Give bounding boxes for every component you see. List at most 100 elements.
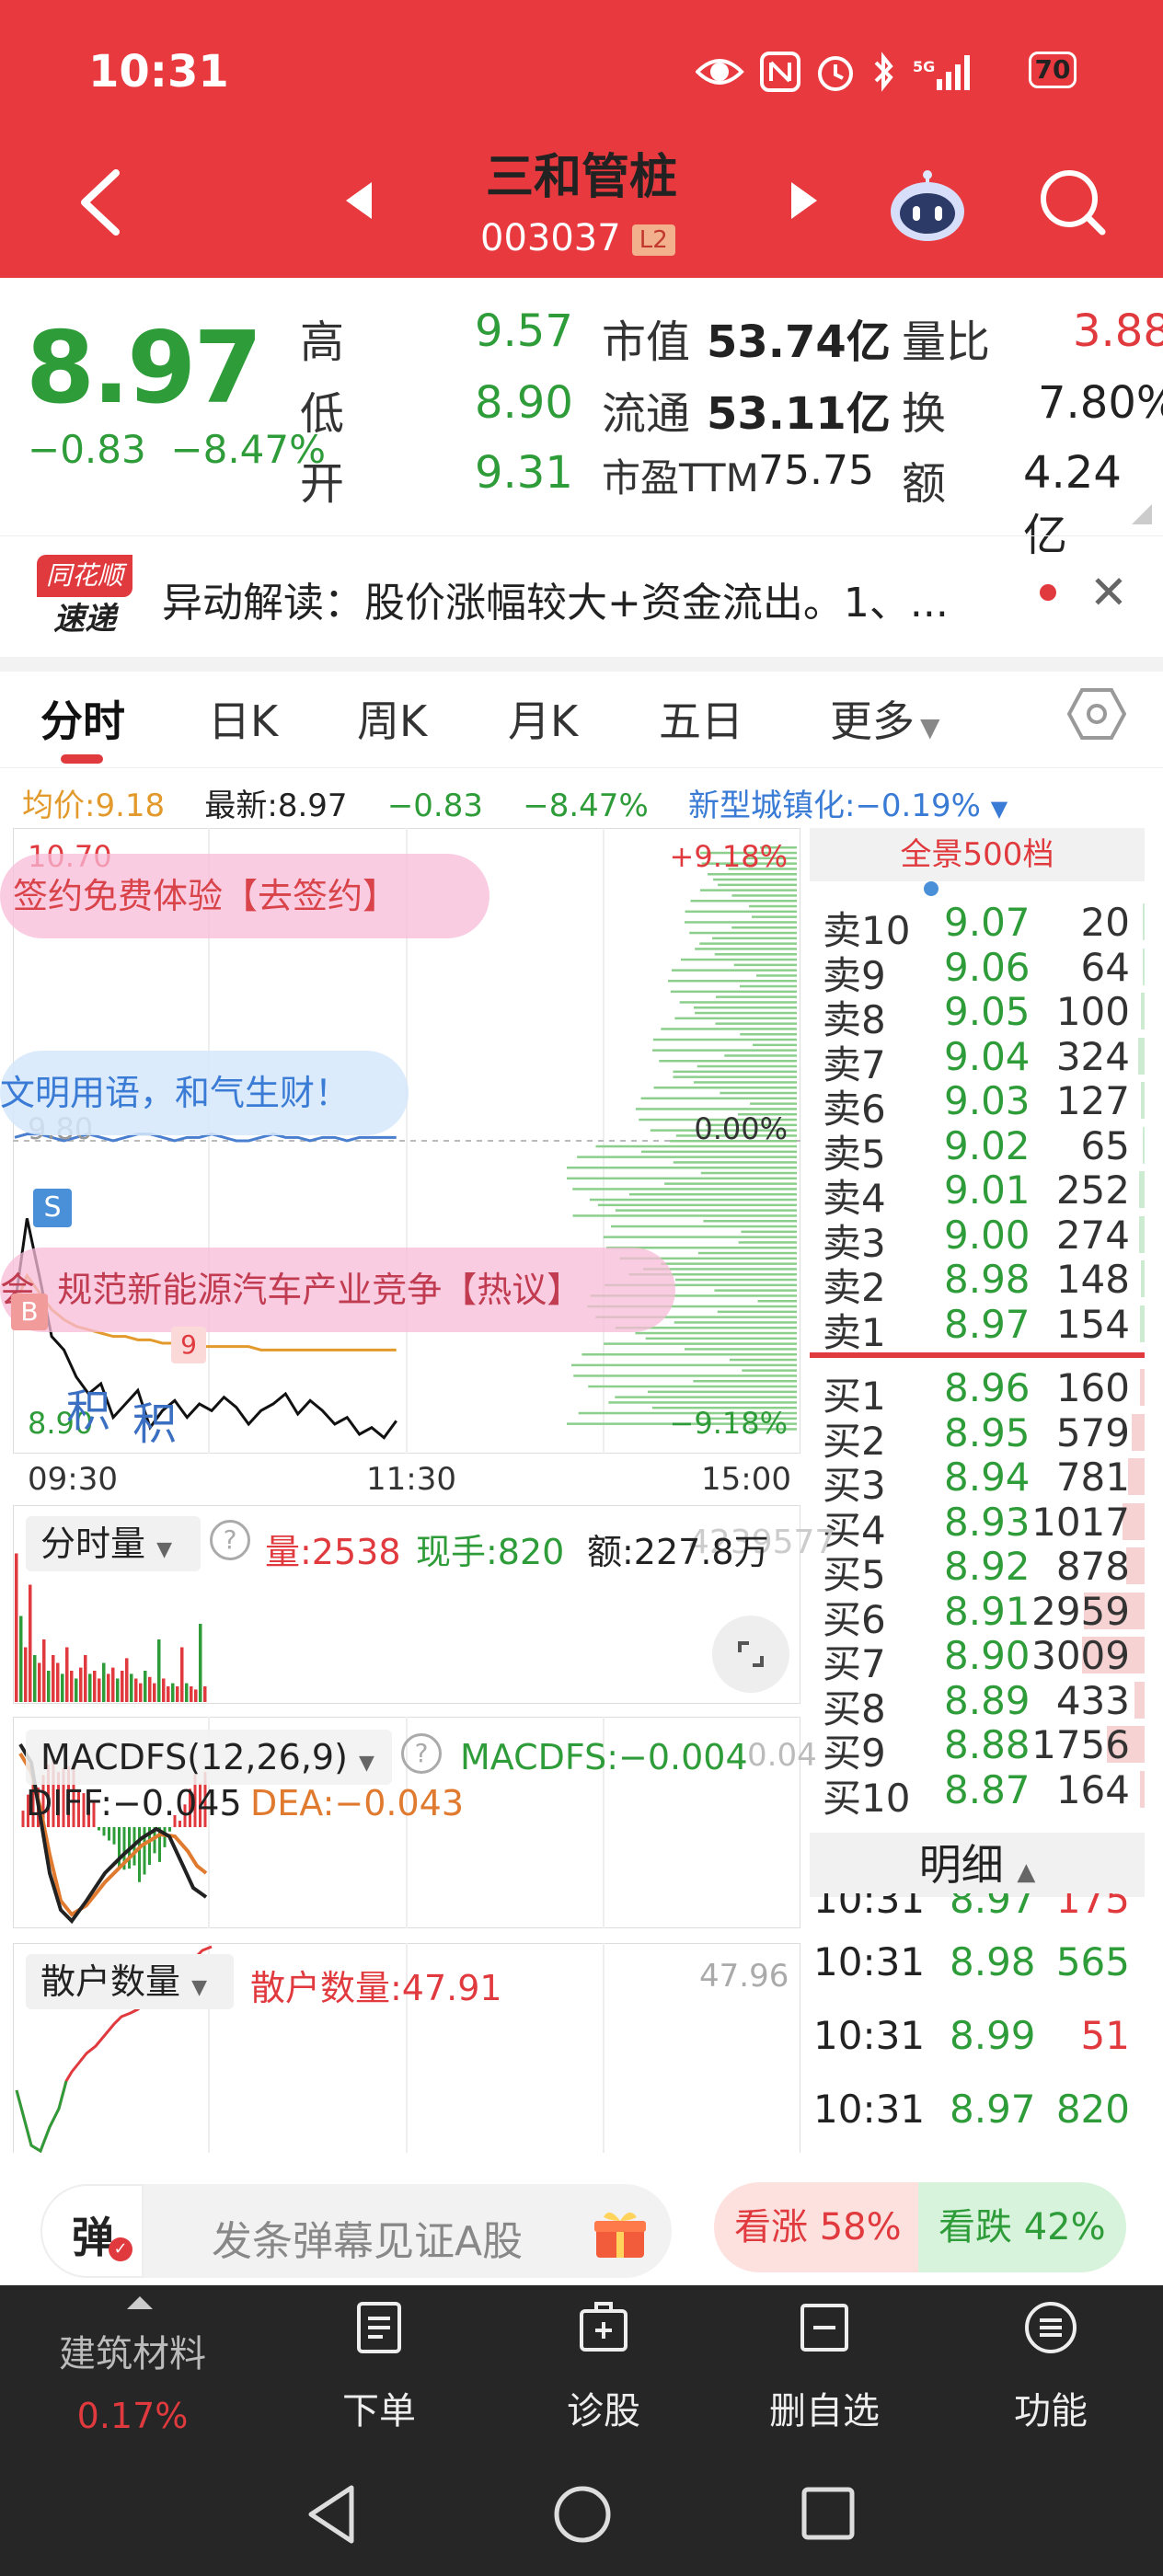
order-book-header[interactable]: 全景500档 [810, 828, 1145, 881]
bid-row[interactable]: 买3 8.94 781 [810, 1455, 1145, 1508]
danmu-input[interactable]: 弹 ✓ 发条弹幕见证A股 [40, 2184, 672, 2278]
pct-top-label: +9.18% [670, 839, 788, 874]
macd-bar [102, 1827, 106, 1836]
ask-row[interactable]: 卖5 9.02 65 [810, 1123, 1145, 1177]
depth-bar [589, 1198, 797, 1202]
help-icon[interactable]: ? [210, 1520, 250, 1560]
ask-row[interactable]: 卖2 8.98 148 [810, 1257, 1145, 1310]
diff-value: DIFF:−0.045 [26, 1783, 242, 1823]
tab-monthly-k[interactable]: 月K [508, 688, 578, 749]
depth-bar [700, 889, 797, 891]
nav-order[interactable]: 下单 [296, 2300, 462, 2434]
ask-row[interactable]: 卖3 9.00 274 [810, 1213, 1145, 1266]
next-stock-icon[interactable] [788, 180, 821, 221]
tab-weekly-k[interactable]: 周K [357, 688, 427, 749]
bullish-vote-button[interactable]: 看涨 58% [714, 2182, 918, 2272]
nav-sector[interactable]: 建筑材料 0.17% [50, 2324, 215, 2436]
partial-time: 10:31 [813, 1893, 926, 1917]
tab-intraday[interactable]: 分时 [40, 688, 125, 749]
depth-bar [674, 1321, 797, 1324]
news-banner[interactable]: 同花顺 速递 异动解读：股价涨幅较大+资金流出。1、... ✕ [0, 535, 1163, 657]
help-icon[interactable]: ? [401, 1733, 442, 1774]
trade-volume: 565 [1055, 1939, 1130, 1984]
hot-topic-bubble[interactable]: 会 规范新能源汽车产业竞争【热议】 [0, 1248, 675, 1332]
bid-row[interactable]: 买9 8.88 1756 [810, 1722, 1145, 1776]
volume-bar [1143, 1126, 1145, 1164]
bid-row[interactable]: 买4 8.93 1017 [810, 1500, 1145, 1553]
depth-bar [714, 953, 797, 956]
tab-more[interactable]: 更多 ▼ [830, 688, 940, 749]
retail-line-green [15, 2080, 68, 2154]
depth-bar [738, 1241, 797, 1244]
retail-selector[interactable]: 散户数量 ▼ [26, 1954, 234, 2009]
order-icon [357, 2302, 401, 2353]
system-back-icon[interactable] [304, 2484, 359, 2545]
depth-bar [604, 1342, 797, 1345]
volume-bar [1138, 1037, 1145, 1075]
ask-row[interactable]: 卖10 9.07 20 [810, 900, 1145, 953]
bid-row[interactable]: 买7 8.90 3009 [810, 1633, 1145, 1686]
bid-row[interactable]: 买1 8.96 160 [810, 1365, 1145, 1419]
depth-bar [740, 984, 797, 988]
tab-daily-k[interactable]: 日K [208, 688, 278, 749]
buy-marker[interactable]: B [11, 1294, 48, 1330]
level-volume: 148 [1055, 1257, 1130, 1302]
ask-row[interactable]: 卖6 9.03 127 [810, 1078, 1145, 1132]
ask-row[interactable]: 卖7 9.04 324 [810, 1034, 1145, 1087]
robot-assistant-icon[interactable] [887, 169, 968, 243]
sell-marker[interactable]: S [33, 1189, 72, 1227]
fullscreen-button[interactable] [712, 1616, 789, 1693]
unread-dot [1040, 584, 1056, 601]
bid-row[interactable]: 买6 8.91 2959 [810, 1588, 1145, 1642]
sector-link[interactable]: 新型城镇化:−0.19% ▼ [688, 788, 1008, 824]
expand-quote-toggle[interactable] [1132, 504, 1152, 524]
bid-row[interactable]: 买10 8.87 164 [810, 1767, 1145, 1821]
bid-row[interactable]: 买5 8.92 878 [810, 1544, 1145, 1597]
chart-settings-icon[interactable] [1067, 686, 1126, 742]
nine-marker[interactable]: 9 [171, 1327, 206, 1363]
volume-bar [134, 1678, 138, 1702]
trade-time: 10:31 [813, 2087, 926, 2132]
system-recents-icon[interactable] [800, 2486, 856, 2541]
level-price: 8.90 [944, 1633, 1031, 1678]
ask-row[interactable]: 卖4 9.01 252 [810, 1167, 1145, 1221]
news-text[interactable]: 异动解读：股价涨幅较大+资金流出。1、... [162, 569, 949, 628]
ask-row[interactable]: 卖1 8.97 154 [810, 1302, 1145, 1355]
bid-row[interactable]: 买8 8.89 433 [810, 1678, 1145, 1731]
bluetooth-icon [874, 52, 893, 92]
open-value: 9.31 [475, 447, 573, 499]
detail-toggle[interactable]: 明细 ▲ [810, 1833, 1145, 1897]
bid-row[interactable]: 买2 8.95 579 [810, 1410, 1145, 1464]
volume-bar [153, 1683, 156, 1702]
danmu-toggle[interactable]: 弹 ✓ [40, 2184, 144, 2278]
close-icon[interactable]: ✕ [1089, 566, 1128, 619]
depth-bar [720, 1091, 797, 1095]
nav-remove-favorite-label: 删自选 [769, 2390, 880, 2432]
depth-bar [610, 1225, 797, 1228]
volume-bar [203, 1686, 207, 1702]
volume-selector[interactable]: 分时量 ▼ [26, 1516, 201, 1571]
level-label: 买10 [823, 1775, 911, 1821]
nav-diagnose[interactable]: 诊股 [521, 2300, 686, 2434]
depth-bar [697, 1251, 797, 1255]
sector-expand-icon[interactable] [127, 2296, 153, 2309]
depth-bar [628, 1193, 797, 1196]
retail-selector-label: 散户数量 [40, 1961, 181, 2002]
sign-up-bubble[interactable]: 签约免费体验【去签约】 [0, 854, 489, 938]
tab-five-day[interactable]: 五日 [659, 688, 743, 749]
nav-remove-favorite[interactable]: 删自选 [742, 2300, 907, 2434]
depth-bar [670, 990, 797, 994]
macd-selector[interactable]: MACDFS(12,26,9) ▼ [26, 1730, 392, 1785]
ask-row[interactable]: 卖8 9.05 100 [810, 989, 1145, 1042]
gift-icon[interactable] [593, 2206, 648, 2261]
depth-bar [679, 1001, 797, 1004]
level-volume: 2959 [1031, 1588, 1130, 1634]
nav-functions[interactable]: 功能 [968, 2300, 1134, 2434]
search-icon[interactable] [1036, 166, 1110, 239]
depth-bar [740, 1033, 797, 1036]
bearish-vote-button[interactable]: 看跌 42% [918, 2182, 1126, 2272]
ask-row[interactable]: 卖9 9.06 64 [810, 945, 1145, 998]
check-icon: ✓ [109, 2237, 132, 2261]
volume-bar [70, 1671, 74, 1702]
system-home-icon[interactable] [552, 2484, 613, 2545]
